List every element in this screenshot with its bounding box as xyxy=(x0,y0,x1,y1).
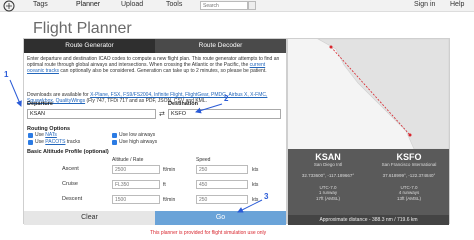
cruise-altitude-input[interactable] xyxy=(112,180,160,189)
map-image xyxy=(288,38,450,150)
cruise-label: Cruise xyxy=(62,181,78,187)
low-airways-checkbox[interactable] xyxy=(112,133,117,138)
route-preview-panel: KSAN San Diego Intl 32.733600°, -117.189… xyxy=(287,38,450,225)
downloads-text: Downloads are available for X-Plane, FSX… xyxy=(27,92,268,104)
high-airways-checkbox[interactable] xyxy=(112,140,117,145)
swap-icon[interactable]: ⇄ xyxy=(159,110,165,118)
pacots-checkbox[interactable] xyxy=(28,140,33,145)
destination-elevation: 13ft (AMSL) xyxy=(396,195,421,201)
go-button[interactable]: Go xyxy=(155,211,286,225)
nats-label: Use NATs xyxy=(35,132,57,138)
annotation-3: 3 xyxy=(264,192,269,201)
nav-tags[interactable]: Tags xyxy=(33,1,48,8)
destination-airport-card: KSFO San Francisco International 37.6189… xyxy=(369,149,449,215)
destination-coords: 37.618999°, -122.374840° xyxy=(382,173,436,178)
departure-airport-card: KSAN San Diego Intl 32.733600°, -117.189… xyxy=(288,149,368,215)
nats-checkbox[interactable] xyxy=(28,133,33,138)
top-nav: Tags Planner Upload Tools Sign in Help xyxy=(0,0,474,12)
tab-bar: Route Generator Route Decoder xyxy=(24,39,286,53)
nav-planner[interactable]: Planner xyxy=(76,1,100,8)
cruise-speed-input[interactable] xyxy=(196,180,248,189)
airport-info: KSAN San Diego Intl 32.733600°, -117.189… xyxy=(288,149,449,215)
departure-input[interactable] xyxy=(27,109,156,119)
ascent-speed-unit: kts xyxy=(252,167,259,173)
cruise-altitude-unit: ft xyxy=(163,182,166,188)
route-map[interactable] xyxy=(288,38,450,150)
departure-coords: 32.733600°, -117.189667° xyxy=(301,173,355,178)
altitude-profile-label: Basic Altitude Profile (optional) xyxy=(27,149,109,155)
logo-icon[interactable] xyxy=(2,0,16,12)
descent-speed-unit: kts xyxy=(252,197,259,203)
nav-upload[interactable]: Upload xyxy=(121,1,143,8)
nav-sign-in[interactable]: Sign in xyxy=(414,1,435,8)
annotation-2: 2 xyxy=(224,94,229,103)
descent-rate-input[interactable] xyxy=(112,195,160,204)
descent-label: Descent xyxy=(62,196,83,202)
route-generator-panel: Route Generator Route Decoder Enter depa… xyxy=(23,38,287,225)
page-title: Flight Planner xyxy=(33,20,132,37)
intro-text: Enter departure and destination ICAO cod… xyxy=(27,56,280,74)
destination-label: Destination xyxy=(168,101,198,107)
ascent-rate-unit: ft/min xyxy=(163,167,176,173)
distance-bar: Approximate distance - 388.3 nm / 719.6 … xyxy=(288,215,449,225)
tab-route-decoder[interactable]: Route Decoder xyxy=(155,39,286,53)
destination-input[interactable] xyxy=(168,109,281,119)
clear-button[interactable]: Clear xyxy=(24,211,155,225)
ascent-speed-input[interactable] xyxy=(196,165,248,174)
descent-speed-input[interactable] xyxy=(196,195,248,204)
departure-elevation: 17ft (AMSL) xyxy=(315,195,340,201)
descent-rate-unit: ft/min xyxy=(163,197,176,203)
pacots-label: Use PACOTS tracks xyxy=(35,139,81,145)
destination-icao: KSFO xyxy=(396,152,422,162)
ascent-label: Ascent xyxy=(62,166,79,172)
nav-help[interactable]: Help xyxy=(450,1,464,8)
high-airways-label: Use high airways xyxy=(119,139,158,145)
destination-name: San Francisco International xyxy=(381,162,437,167)
simulation-disclaimer: This planner is provided for flight simu… xyxy=(150,230,267,236)
ascent-rate-input[interactable] xyxy=(112,165,160,174)
altitude-rate-header: Altitude / Rate xyxy=(112,157,144,163)
search-input[interactable] xyxy=(200,1,248,10)
cruise-speed-unit: kts xyxy=(252,182,259,188)
departure-name: San Diego Intl xyxy=(313,162,343,167)
departure-icao: KSAN xyxy=(315,152,341,162)
tab-route-generator[interactable]: Route Generator xyxy=(24,39,155,53)
nav-tools[interactable]: Tools xyxy=(166,1,182,8)
annotation-1: 1 xyxy=(4,70,9,79)
low-airways-label: Use low airways xyxy=(119,132,156,138)
search-icon[interactable] xyxy=(248,1,256,10)
speed-header: Speed xyxy=(196,157,211,163)
departure-label: Departure xyxy=(27,101,53,107)
